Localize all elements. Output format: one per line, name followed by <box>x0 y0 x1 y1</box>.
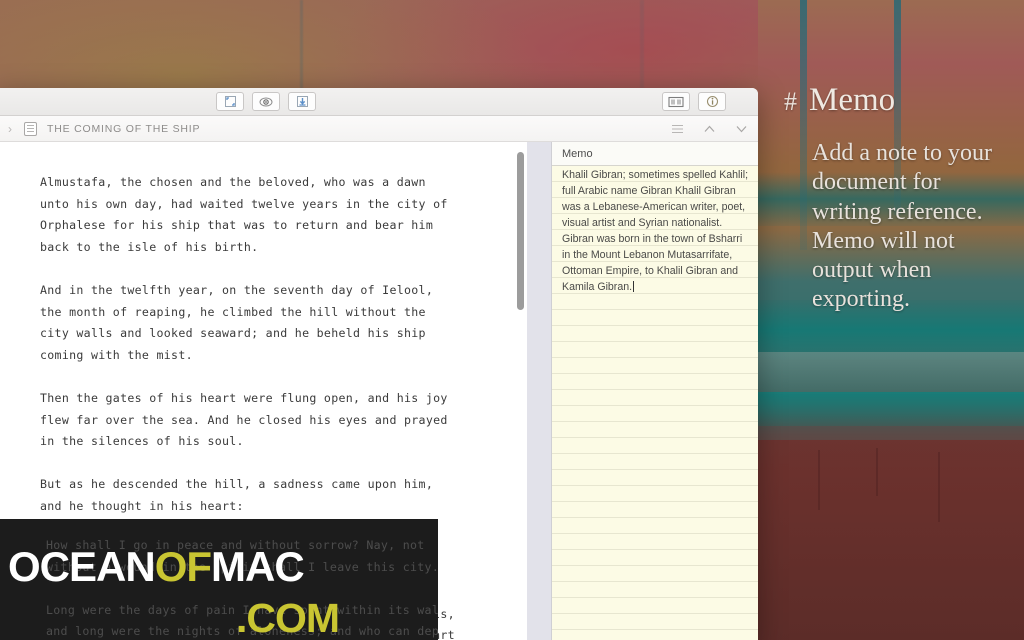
list-icon[interactable] <box>670 122 684 136</box>
watermark-ocean: OCEAN <box>8 543 156 590</box>
watermark-com: .COM <box>236 595 340 640</box>
document-paragraph: Almustafa, the chosen and the beloved, w… <box>40 175 448 254</box>
memo-text[interactable]: Khalil Gibran; sometimes spelled Kahlil;… <box>552 166 758 295</box>
memo-line: full Arabic name Gibran Khalil Gibran <box>562 185 736 197</box>
memo-line: in the Mount Lebanon Mutasarrifate, <box>562 249 733 261</box>
art-drip <box>876 448 878 496</box>
paint-streak <box>300 0 303 90</box>
document-paragraph: But as he descended the hill, a sadness … <box>40 477 434 513</box>
paint-streak <box>640 0 644 88</box>
window-toolbar <box>0 88 758 116</box>
memo-line: Khalil Gibran; sometimes spelled Kahlil; <box>562 169 748 181</box>
memo-body[interactable]: Khalil Gibran; sometimes spelled Kahlil;… <box>552 166 758 640</box>
memo-line: Ottoman Empire, to Khalil Gibran and <box>562 265 739 277</box>
focus-mode-icon[interactable] <box>252 92 280 111</box>
memo-line: was a Lebanese-American writer, poet, <box>562 201 746 213</box>
watermark-of: OF <box>154 543 212 590</box>
art-band-gray <box>758 352 1024 394</box>
chevron-up-icon[interactable] <box>702 122 716 136</box>
chapter-title: THE COMING OF THE SHIP <box>47 122 201 135</box>
promo-title: Memo <box>809 82 896 118</box>
memo-line: visual artist and Syrian nationalist. <box>562 217 723 229</box>
watermark-main-text: OCEANOFMAC <box>8 543 305 590</box>
art-band-maroon <box>758 440 1024 640</box>
split-view-icon[interactable] <box>662 92 690 111</box>
toolbar-left-group <box>216 92 316 111</box>
fullscreen-icon[interactable] <box>216 92 244 111</box>
document-paragraph: And in the twelfth year, on the seventh … <box>40 282 434 362</box>
art-band-teal <box>758 392 1024 426</box>
art-drip <box>818 450 820 510</box>
chapter-bar-icons <box>670 116 748 142</box>
document-paragraph: Then the gates of his heart were flung o… <box>40 390 448 449</box>
hash-icon: # <box>784 87 797 116</box>
watermark-mac: MAC <box>211 543 305 590</box>
info-icon[interactable] <box>698 92 726 111</box>
promo-panel: # Memo Add a note to your document for w… <box>784 84 1014 315</box>
memo-line: Gibran was born in the town of Bsharri <box>562 233 743 245</box>
memo-pane[interactable]: Memo Khalil Gibran; sometimes spelled Ka… <box>551 142 758 640</box>
editor-scrollbar-track[interactable] <box>516 142 524 640</box>
chevron-down-icon[interactable] <box>734 122 748 136</box>
memo-header-label: Memo <box>552 142 758 166</box>
memo-line: Kamila Gibran. <box>562 281 635 293</box>
promo-title-row: # Memo <box>784 84 1014 117</box>
editor-scrollbar-thumb[interactable] <box>517 152 524 310</box>
chapter-breadcrumb-bar: › THE COMING OF THE SHIP <box>0 116 758 142</box>
expand-sidebar-chevron-icon[interactable]: › <box>2 122 18 136</box>
watermark-overlay: How shall I go in peace and without sorr… <box>0 519 438 640</box>
document-icon <box>24 121 37 136</box>
text-caret <box>633 281 635 292</box>
pane-divider-strip[interactable] <box>527 142 551 640</box>
export-icon[interactable] <box>288 92 316 111</box>
art-drip <box>938 452 940 522</box>
toolbar-right-group <box>662 92 726 111</box>
promo-description: Add a note to your document for writing … <box>812 140 992 313</box>
desktop-background: # Memo Add a note to your document for w… <box>0 0 1024 640</box>
